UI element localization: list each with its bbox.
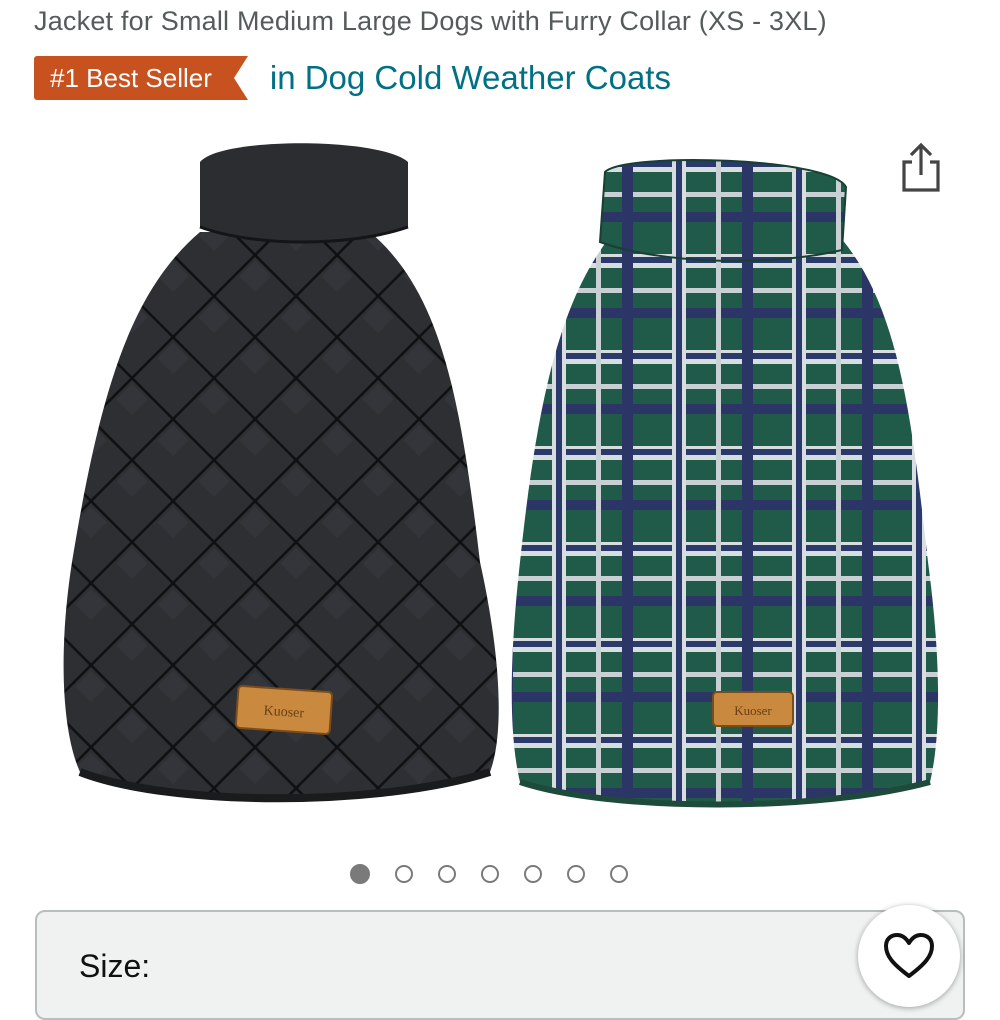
size-label: Size:	[79, 948, 151, 984]
image-dot-4[interactable]	[481, 865, 499, 883]
image-dot-5[interactable]	[524, 865, 542, 883]
image-dot-1[interactable]	[350, 864, 370, 884]
green-plaid-coat-image: Kuoser	[511, 159, 939, 808]
product-title: Jacket for Small Medium Large Dogs with …	[34, 6, 827, 36]
image-dot-3[interactable]	[438, 865, 456, 883]
black-quilted-coat-image: Kuoser	[63, 143, 499, 803]
wishlist-button[interactable]	[858, 905, 960, 1007]
product-image-gallery[interactable]: Kuoser Kuoser	[50, 132, 950, 832]
black-coat-tag: Kuoser	[263, 704, 305, 722]
image-pagination	[350, 864, 628, 884]
category-link[interactable]: in Dog Cold Weather Coats	[270, 59, 671, 97]
image-dot-6[interactable]	[567, 865, 585, 883]
size-selector[interactable]: Size:	[35, 910, 965, 1020]
best-seller-row: #1 Best Seller in Dog Cold Weather Coats	[34, 54, 671, 102]
image-dot-7[interactable]	[610, 865, 628, 883]
image-dot-2[interactable]	[395, 865, 413, 883]
best-seller-badge[interactable]: #1 Best Seller	[34, 56, 248, 100]
heart-icon	[884, 933, 934, 978]
plaid-coat-tag: Kuoser	[734, 703, 772, 718]
